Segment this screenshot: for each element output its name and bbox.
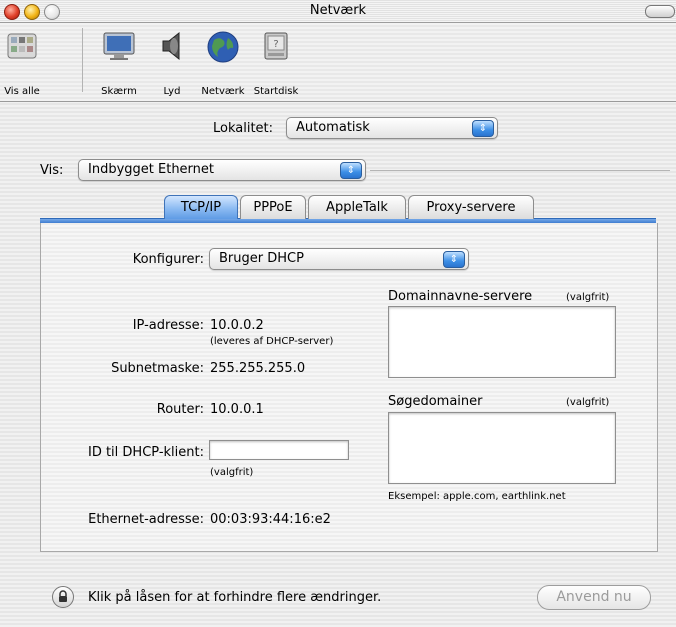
display-icon [103,32,135,60]
toolbar-item-display[interactable]: Skærm [101,30,137,100]
search-domains-label: Søgedomainer [388,394,483,409]
location-popup[interactable]: Automatisk ⇕ [286,117,498,139]
ip-value: 10.0.0.2 [210,318,264,333]
tab-appletalk[interactable]: AppleTalk [308,195,406,219]
tab-tcpip[interactable]: TCP/IP [164,195,238,219]
dhcp-client-id-input[interactable] [209,440,349,460]
toolbar-label: Vis alle [4,86,40,97]
location-value: Automatisk [296,120,370,135]
configure-label: Konfigurer: [132,252,204,267]
show-all-icon [7,33,37,59]
tcpip-panel [40,223,658,552]
toolbar-label: Startdisk [253,86,299,97]
show-label: Vis: [40,163,64,178]
dhcp-client-note: (valgfrit) [210,467,254,478]
ip-note: (leveres af DHCP-server) [210,336,334,347]
speaker-icon [162,31,180,61]
startup-disk-icon: ? [264,32,288,60]
svg-text:?: ? [273,39,278,50]
toolbar-item-show-all[interactable]: Vis alle [4,30,40,100]
tab-proxy-servers[interactable]: Proxy-servere [408,195,534,219]
toolbar-item-sound[interactable]: Lyd [157,30,187,100]
lock-button[interactable] [52,586,74,608]
dhcp-client-label: ID til DHCP-klient: [87,445,204,460]
toolbar-label: Skærm [101,86,137,97]
toolbar-item-network[interactable]: Netværk [201,30,245,100]
show-popup[interactable]: Indbygget Ethernet ⇕ [78,159,366,181]
router-value: 10.0.0.1 [210,402,264,417]
toolbar-toggle-button[interactable] [645,5,675,18]
search-domains-optional-note: (valgfrit) [566,397,610,408]
ethernet-label: Ethernet-adresse: [88,512,204,527]
search-domains-example: Eksempel: apple.com, earthlink.net [388,491,566,502]
lock-message: Klik på låsen for at forhindre flere ænd… [88,590,382,605]
popup-arrows-icon: ⇕ [443,251,465,268]
ethernet-value: 00:03:93:44:16:e2 [210,512,331,527]
router-label: Router: [156,402,204,417]
configure-value: Bruger DHCP [219,251,304,266]
tab-pppoe[interactable]: PPPoE [240,195,306,219]
toolbar-separator [82,28,83,92]
toolbar-label: Lyd [163,86,181,97]
dns-optional-note: (valgfrit) [566,292,610,303]
toolbar-label: Netværk [201,86,245,97]
subnet-value: 255.255.255.0 [210,361,306,376]
window-title: Netværk [309,3,367,18]
subnet-label: Subnetmaske: [111,361,204,376]
popup-arrows-icon: ⇕ [340,162,362,179]
location-label: Lokalitet: [213,121,274,136]
toolbar-item-startup-disk[interactable]: ? Startdisk [254,30,298,100]
lock-icon [59,590,67,602]
dns-servers-field[interactable] [388,306,616,378]
show-value: Indbygget Ethernet [88,162,215,177]
configure-popup[interactable]: Bruger DHCP ⇕ [209,248,469,270]
dns-label: Domainnavne-servere [388,289,533,304]
apply-now-button[interactable]: Anvend nu [537,585,651,610]
globe-icon [207,31,239,63]
search-domains-field[interactable] [388,412,616,484]
popup-arrows-icon: ⇕ [472,120,494,137]
ip-label: IP-adresse: [132,318,204,333]
divider [370,170,670,171]
